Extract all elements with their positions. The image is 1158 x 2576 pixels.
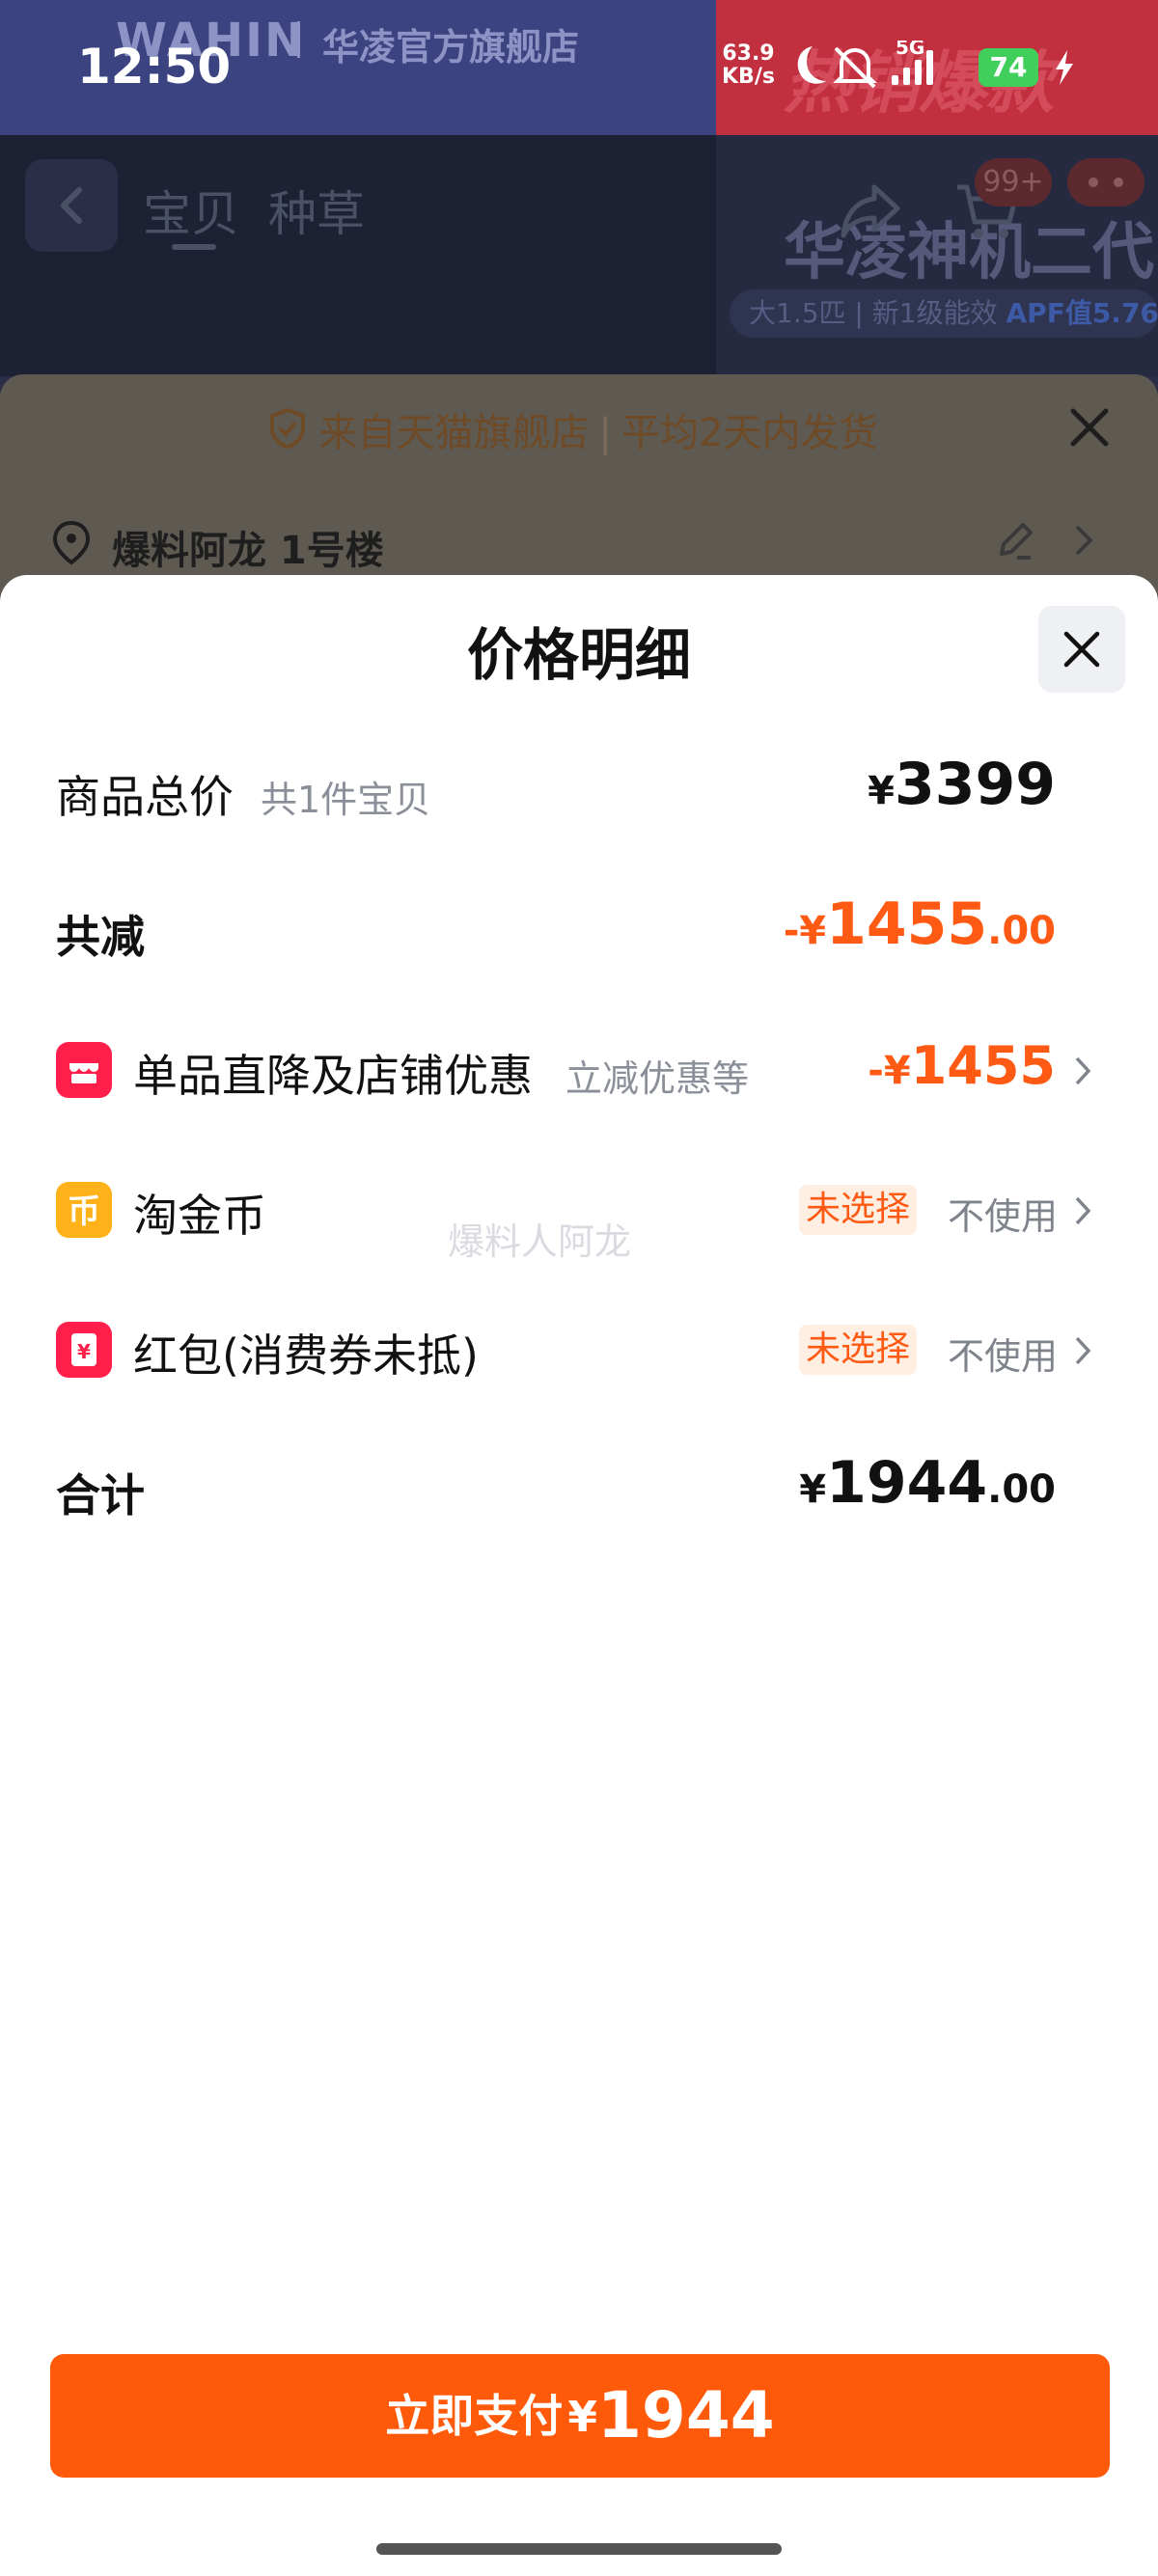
amount-value: 1944 [826, 1449, 988, 1517]
order-sheet-background: 来自天猫旗舰店 | 平均2天内发货 爆料阿龙 1号楼 [0, 374, 1158, 606]
battery-icon: 74 [979, 48, 1038, 87]
row-red-packet-tag: 未选择 [799, 1325, 917, 1375]
status-bar: 12:50 63.9 KB/s 5G 74 [0, 0, 1158, 135]
more-icon[interactable] [1067, 158, 1144, 206]
moon-icon [797, 46, 826, 84]
row-goods-total-amount: ¥3399 [868, 751, 1056, 818]
row-grand-total-amount: ¥1944.00 [799, 1449, 1056, 1517]
svg-text:¥: ¥ [77, 1340, 91, 1363]
row-grand-total-label: 合计 [56, 1469, 145, 1521]
share-icon[interactable] [834, 174, 907, 247]
product-spec-text: 大1.5匹 | 新1级能效 [749, 297, 998, 329]
pay-now-button[interactable]: 立即支付 ¥1944 [50, 2354, 1110, 2478]
row-total-discount-amount: -¥1455.00 [784, 891, 1056, 958]
row-taojinbi-label: 淘金币 [133, 1190, 266, 1242]
shipping-notice: 来自天猫旗舰店 | 平均2天内发货 [0, 401, 1158, 457]
product-spec-pill: 大1.5匹 | 新1级能效 APF值5.76 [730, 289, 1158, 338]
location-pin-icon [52, 520, 91, 565]
network-speed-unit: KB/s [722, 65, 775, 89]
currency-symbol: ¥ [868, 769, 895, 813]
tab-underline [172, 244, 216, 250]
chevron-right-icon [1075, 1196, 1091, 1225]
row-red-packet[interactable]: ¥ 红包(消费券未抵) 未选择 不使用 [0, 1292, 1158, 1408]
chevron-right-icon[interactable] [1073, 521, 1096, 560]
sheet-title: 价格明细 [466, 622, 691, 688]
mute-icon [833, 46, 877, 89]
status-time: 12:50 [77, 39, 232, 95]
close-button[interactable] [1038, 606, 1125, 693]
watermark: 爆料人阿龙 [448, 1220, 632, 1263]
row-goods-total: 商品总价 共1件宝贝 ¥3399 [0, 733, 1158, 849]
pay-now-currency: ¥ [567, 2393, 597, 2442]
tab-item-products[interactable]: 宝贝 [143, 176, 239, 245]
row-total-discount: 共减 -¥1455.00 [0, 873, 1158, 989]
row-grand-total: 合计 ¥1944.00 [0, 1432, 1158, 1548]
amount-value: 1455 [910, 1035, 1056, 1096]
close-icon[interactable] [1065, 403, 1114, 452]
coin-icon: 币 [56, 1182, 112, 1238]
row-store-promo[interactable]: 单品直降及店铺优惠 立减优惠等 -¥1455 [0, 1012, 1158, 1128]
network-speed-value: 63.9 [722, 41, 775, 66]
discount-prefix: -¥ [783, 909, 827, 953]
price-detail-sheet: 价格明细 商品总价 共1件宝贝 ¥3399 共减 -¥1455.00 单品直降及… [0, 575, 1158, 2576]
row-total-discount-label: 共减 [56, 911, 145, 963]
notice-separator: | [598, 411, 613, 455]
shipping-notice-time: 平均2天内发货 [621, 411, 878, 455]
network-type: 5G [896, 41, 924, 59]
row-store-promo-amount: -¥1455 [868, 1035, 1056, 1096]
row-red-packet-label: 红包(消费券未抵) [133, 1329, 479, 1382]
network-speed: 63.9 KB/s [722, 42, 775, 89]
amount-value: 3399 [895, 751, 1056, 818]
chevron-right-icon [1075, 1056, 1091, 1085]
cart-badge: 99+ [975, 158, 1052, 206]
tab-grass[interactable]: 种草 [268, 176, 365, 245]
row-taojinbi-status: 不使用 [948, 1195, 1059, 1238]
red-packet-icon: ¥ [56, 1322, 112, 1378]
row-store-promo-label: 单品直降及店铺优惠 [133, 1050, 533, 1102]
amount-decimal: .00 [987, 1467, 1056, 1512]
amount-decimal: .00 [987, 909, 1056, 953]
row-goods-total-count: 共1件宝贝 [261, 779, 431, 821]
currency-symbol: ¥ [799, 1467, 827, 1512]
chevron-right-icon [1075, 1336, 1091, 1365]
back-arrow-icon [61, 187, 82, 224]
close-icon [1063, 631, 1100, 668]
pay-now-label: 立即支付 [385, 2390, 564, 2442]
store-promo-icon [56, 1042, 112, 1098]
discount-prefix: -¥ [868, 1049, 911, 1093]
product-nav-bar: 宝贝 种草 华凌神机二代 大1.5匹 | 新1级能效 APF值5.76 99+ [0, 135, 1158, 376]
amount-value: 1455 [826, 891, 988, 958]
back-button[interactable] [25, 159, 118, 252]
charging-icon [1056, 50, 1073, 85]
shipping-notice-source: 来自天猫旗舰店 [318, 411, 590, 455]
row-goods-total-label: 商品总价 [56, 771, 234, 823]
row-red-packet-status: 不使用 [948, 1335, 1059, 1378]
delivery-address[interactable]: 爆料阿龙 1号楼 [112, 519, 384, 575]
svg-text:币: 币 [68, 1192, 100, 1231]
product-spec-highlight: APF值5.76 [1006, 297, 1158, 329]
edit-icon[interactable] [994, 519, 1036, 562]
home-indicator[interactable] [376, 2543, 782, 2555]
row-store-promo-sub: 立减优惠等 [565, 1057, 750, 1100]
pay-now-amount: 1944 [597, 2378, 775, 2453]
row-taojinbi-tag: 未选择 [799, 1185, 917, 1235]
status-icons: 5G [797, 41, 933, 89]
